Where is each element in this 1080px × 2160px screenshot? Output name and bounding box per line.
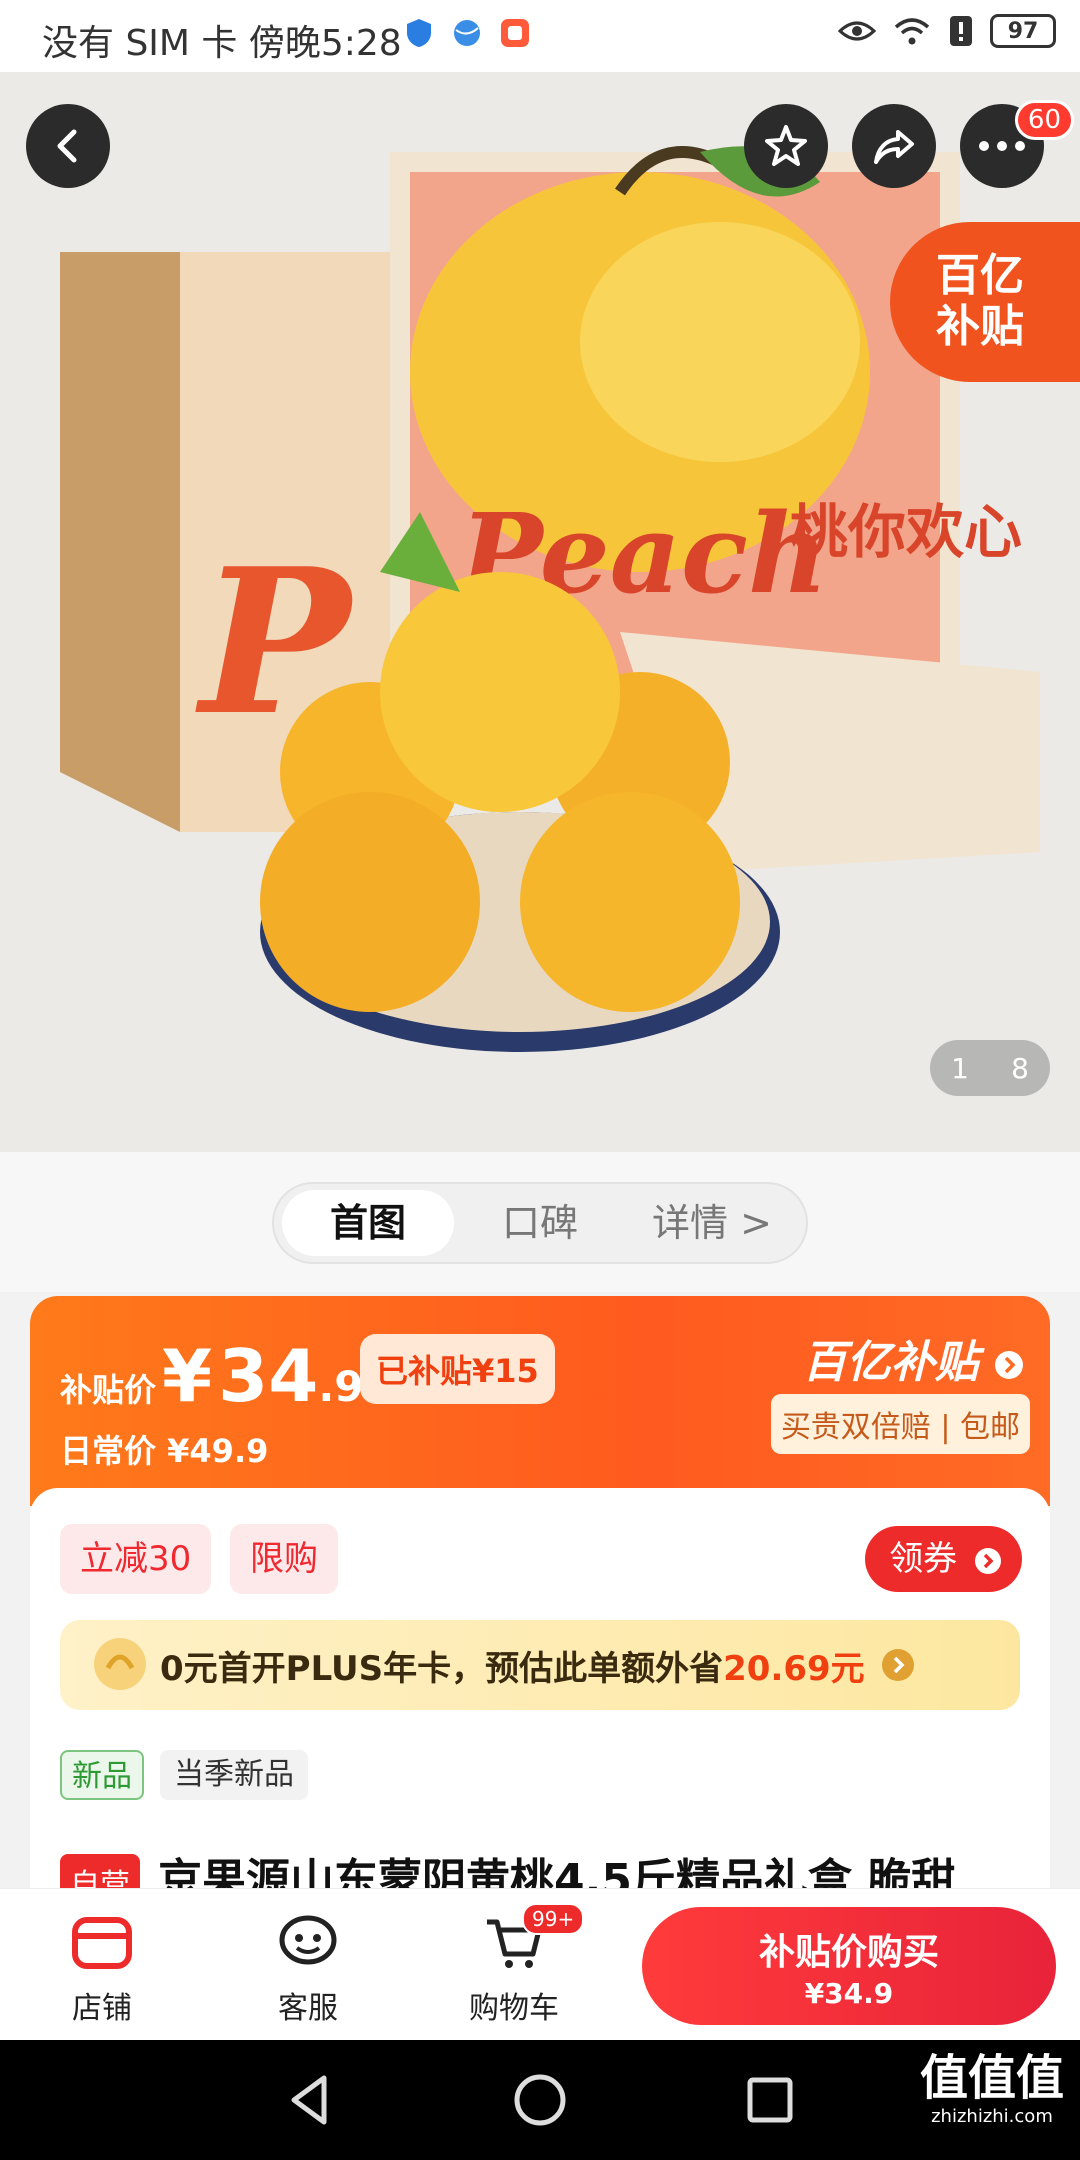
bottom-action-bar: 店铺 客服 99+ 购物车 补贴价购买 ¥34.9 — [0, 1888, 1080, 2040]
chevron-right-icon — [881, 1649, 914, 1681]
plus-text: 0元首开PLUS年卡，预估此单额外省 — [160, 1648, 724, 1689]
subsidy-brand-text: 百亿补贴 — [802, 1337, 979, 1388]
daily-price: 日常价 ¥49.9 — [60, 1432, 269, 1470]
favorite-button[interactable] — [744, 104, 828, 188]
star-icon — [765, 125, 807, 166]
tab-group: 首图 口碑 详情 > — [272, 1182, 808, 1264]
battery-icon: 97 — [990, 14, 1056, 48]
price-currency: ¥ — [162, 1334, 213, 1418]
buy-label: 补贴价购买 — [758, 1932, 939, 1973]
share-button[interactable] — [852, 104, 936, 188]
status-bar: 没有 SIM 卡 傍晚5:28 97 — [0, 0, 1080, 72]
share-icon — [874, 130, 914, 164]
buy-price: ¥34.9 — [804, 1977, 894, 2010]
wifi-icon — [894, 18, 930, 45]
status-notification-icons — [402, 16, 532, 50]
cart-count-badge: 99+ — [522, 1903, 585, 1935]
subsidy-price: 补贴价 ¥ 34 .9 — [60, 1334, 364, 1418]
subsidy-price-label: 补贴价 — [60, 1371, 157, 1409]
nav-recents-icon[interactable] — [740, 2070, 800, 2130]
image-counter: 1 8 — [930, 1040, 1050, 1096]
product-info-card: 立减30 限购 领券 0元首开PLUS年卡，预估此单额外省 20.69元 新品 … — [30, 1488, 1050, 1910]
subsidy-corner-line1: 百亿 — [936, 250, 1024, 302]
hero-slogan: 桃你欢心 — [790, 498, 1022, 566]
price-banner: 补贴价 ¥ 34 .9 已补贴¥15 日常价 ¥49.9 百亿补贴 买贵双倍赔 … — [30, 1296, 1050, 1506]
shop-label: 店铺 — [72, 1991, 132, 2026]
price-decimal: .9 — [318, 1362, 364, 1411]
tab-bar: 首图 口碑 详情 > — [0, 1152, 1080, 1292]
nav-back-icon[interactable] — [280, 2070, 340, 2130]
shop-button[interactable]: 店铺 — [42, 1907, 162, 2027]
plus-membership-banner[interactable]: 0元首开PLUS年卡，预估此单额外省 20.69元 — [60, 1620, 1020, 1710]
subsidy-brand-link[interactable]: 百亿补贴 — [803, 1326, 1024, 1390]
shop-icon — [72, 1917, 132, 1969]
back-arrow-icon — [57, 129, 77, 163]
seasonal-new-label: 当季新品 — [160, 1750, 308, 1800]
discount-tag: 立减30 — [60, 1524, 212, 1594]
status-right: 97 — [838, 14, 1056, 48]
alert-icon — [950, 16, 972, 46]
sphere-icon — [454, 20, 480, 46]
watermark-sub: zhizhizhi.com — [931, 2106, 1053, 2127]
image-counter-total: 8 — [1011, 1051, 1029, 1085]
more-badge: 60 — [1014, 100, 1074, 140]
plus-badge-icon — [94, 1638, 146, 1690]
nav-home-icon[interactable] — [510, 2070, 570, 2130]
watermark-main: 值值值 — [919, 2050, 1064, 2106]
cart-button[interactable]: 99+ 购物车 — [454, 1903, 585, 2027]
watermark: 值值值 zhizhizhi.com — [920, 2054, 1064, 2126]
peach-product-image: P Peach 桃你欢心 — [0, 72, 1080, 1152]
subsidy-corner-badge: 百亿 补贴 — [890, 222, 1080, 382]
subsidy-guarantee: 买贵双倍赔 | 包邮 — [770, 1394, 1030, 1454]
system-nav-bar: 值值值 zhizhizhi.com — [0, 2040, 1080, 2160]
subsidized-amount-badge: 已补贴¥15 — [360, 1334, 555, 1404]
tab-details[interactable]: 详情 > — [626, 1190, 798, 1256]
customer-service-button[interactable]: 客服 — [248, 1907, 368, 2027]
chevron-right-icon — [975, 1547, 1001, 1574]
tab-main-image[interactable]: 首图 — [282, 1190, 454, 1256]
coupon-label: 领券 — [889, 1539, 958, 1579]
chat-icon — [279, 1915, 337, 1965]
more-dots-icon — [979, 141, 1025, 151]
price-integer: 34 — [218, 1334, 319, 1418]
service-label: 客服 — [278, 1991, 338, 2026]
get-coupon-button[interactable]: 领券 — [865, 1526, 1022, 1592]
cart-label: 购物车 — [469, 1991, 559, 2026]
image-counter-current: 1 — [951, 1051, 969, 1085]
shield-icon — [407, 19, 431, 47]
carrier-time: 没有 SIM 卡 傍晚5:28 — [42, 23, 402, 64]
buy-subsidy-price-button[interactable]: 补贴价购买 ¥34.9 — [642, 1907, 1056, 2025]
tab-reviews[interactable]: 口碑 — [454, 1190, 626, 1256]
limit-tag: 限购 — [230, 1524, 338, 1594]
chevron-right-icon — [995, 1351, 1023, 1379]
app-icon — [501, 19, 529, 47]
eye-icon — [838, 21, 876, 41]
back-button[interactable] — [26, 104, 110, 188]
new-product-tag: 新品 — [60, 1750, 144, 1800]
plus-saving: 20.69元 — [723, 1648, 865, 1689]
product-hero-image[interactable]: P Peach 桃你欢心 60 百亿 补贴 1 8 — [0, 72, 1080, 1152]
subsidy-corner-line2: 补贴 — [936, 301, 1024, 352]
